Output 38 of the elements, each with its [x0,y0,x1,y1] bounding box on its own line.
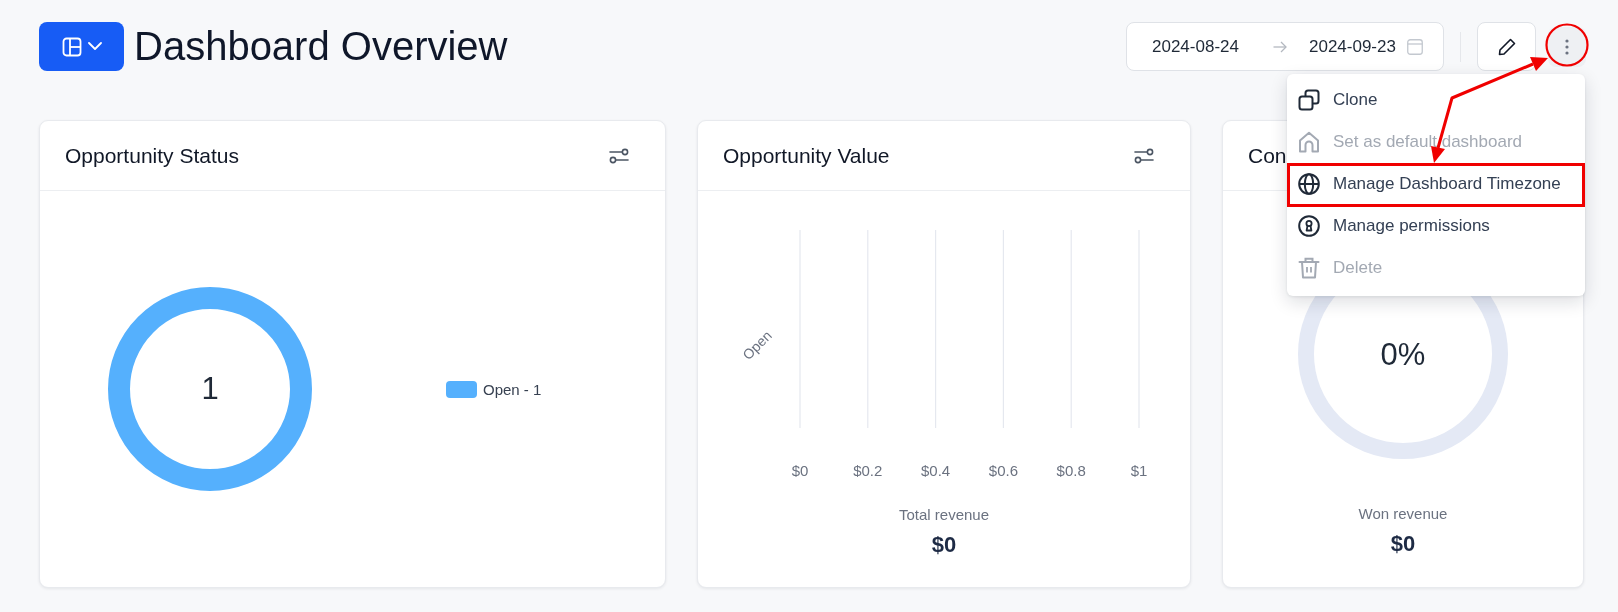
globe-icon [1298,173,1320,195]
summary-label: Total revenue [898,505,990,525]
chevron-down-icon [87,42,102,51]
keyhole-icon [1298,215,1320,237]
copy-icon [1298,89,1320,111]
tick-label: $0.6 [988,462,1018,479]
summary-label: Won revenue [1358,504,1448,524]
settings-icon[interactable] [1134,147,1154,164]
tick-label: $0.2 [853,462,883,479]
tick-label: $0.4 [921,462,951,479]
tick-label: $1 [1130,462,1148,479]
date-range-field[interactable]: 2024-08-24 2024-09-23 [1126,22,1444,71]
menu-item[interactable]: Manage permissions [1287,205,1585,247]
edit-button[interactable] [1477,22,1536,71]
legend-label: Open - 1 [483,380,542,398]
tick-label: $0 [791,462,809,479]
settings-icon[interactable] [609,147,629,164]
pencil-icon [1496,36,1517,57]
layout-icon [61,36,82,57]
card-title: Con [1248,143,1287,168]
vertical-dots-icon [1565,38,1569,55]
menu-item[interactable]: Clone [1287,79,1585,121]
home-icon [1298,131,1320,153]
layout-menu-button[interactable] [39,22,124,71]
gauge-value: 0% [1380,337,1426,372]
tick-label: $0.8 [1056,462,1086,479]
card-title: Opportunity Value [723,143,890,168]
dashboard-title: Dashboard Overview [134,23,508,70]
end-date: 2024-09-23 [1308,36,1396,57]
calendar-icon [1406,38,1423,55]
donut-center-value: 1 [201,371,219,407]
trash-icon [1298,257,1320,279]
menu-item[interactable]: Manage Dashboard Timezone [1287,163,1585,205]
arrow-right-icon [1272,40,1287,53]
summary-value: $0 [1390,530,1416,558]
start-date: 2024-08-24 [1152,36,1239,57]
summary-value: $0 [931,531,957,559]
card-title: Opportunity Status [65,143,239,168]
